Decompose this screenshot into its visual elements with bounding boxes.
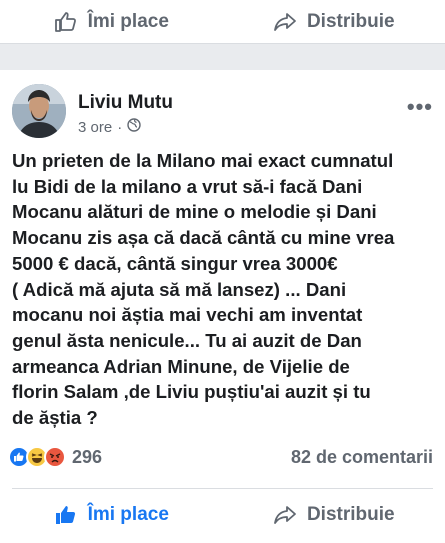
- avatar[interactable]: [12, 84, 66, 138]
- share-arrow-icon: [273, 10, 297, 34]
- reaction-icons[interactable]: [8, 446, 66, 468]
- meta-separator: ·: [117, 118, 123, 136]
- share-label: Distribuie: [306, 504, 395, 525]
- thumbs-up-outline-icon: [54, 10, 78, 34]
- like-label: Îmi place: [87, 504, 169, 525]
- like-button[interactable]: Îmi place: [0, 10, 223, 34]
- share-button[interactable]: Distribuie: [223, 503, 445, 527]
- post-meta: 3 ore ·: [78, 118, 141, 136]
- author-name[interactable]: Liviu Mutu: [78, 92, 173, 114]
- reactions-bar: 296 82 de comentarii: [8, 442, 433, 472]
- like-button[interactable]: Îmi place: [0, 503, 223, 527]
- share-arrow-icon: [273, 503, 297, 527]
- post-time[interactable]: 3 ore: [78, 119, 112, 136]
- post-text: Un prieten de la Milano mai exact cumnat…: [12, 150, 395, 429]
- divider: [12, 488, 433, 489]
- more-options-button[interactable]: •••: [407, 94, 433, 120]
- share-label: Distribuie: [306, 10, 395, 32]
- previous-post-action-bar: Îmi place Distribuie: [0, 0, 445, 44]
- share-button[interactable]: Distribuie: [223, 10, 445, 34]
- thumbs-up-filled-icon: [54, 503, 78, 527]
- feed-separator: [0, 44, 445, 70]
- comment-count-link[interactable]: 82 de comentarii: [291, 447, 433, 468]
- post-action-bar: Îmi place Distribuie: [0, 490, 445, 540]
- angry-reaction-icon: [44, 446, 66, 468]
- like-label: Îmi place: [87, 10, 169, 32]
- reaction-count[interactable]: 296: [72, 447, 102, 468]
- post-header: Liviu Mutu 3 ore · •••: [12, 80, 433, 140]
- globe-icon: [127, 118, 141, 136]
- post-card: Liviu Mutu 3 ore · ••• Un prieten de la …: [0, 70, 445, 543]
